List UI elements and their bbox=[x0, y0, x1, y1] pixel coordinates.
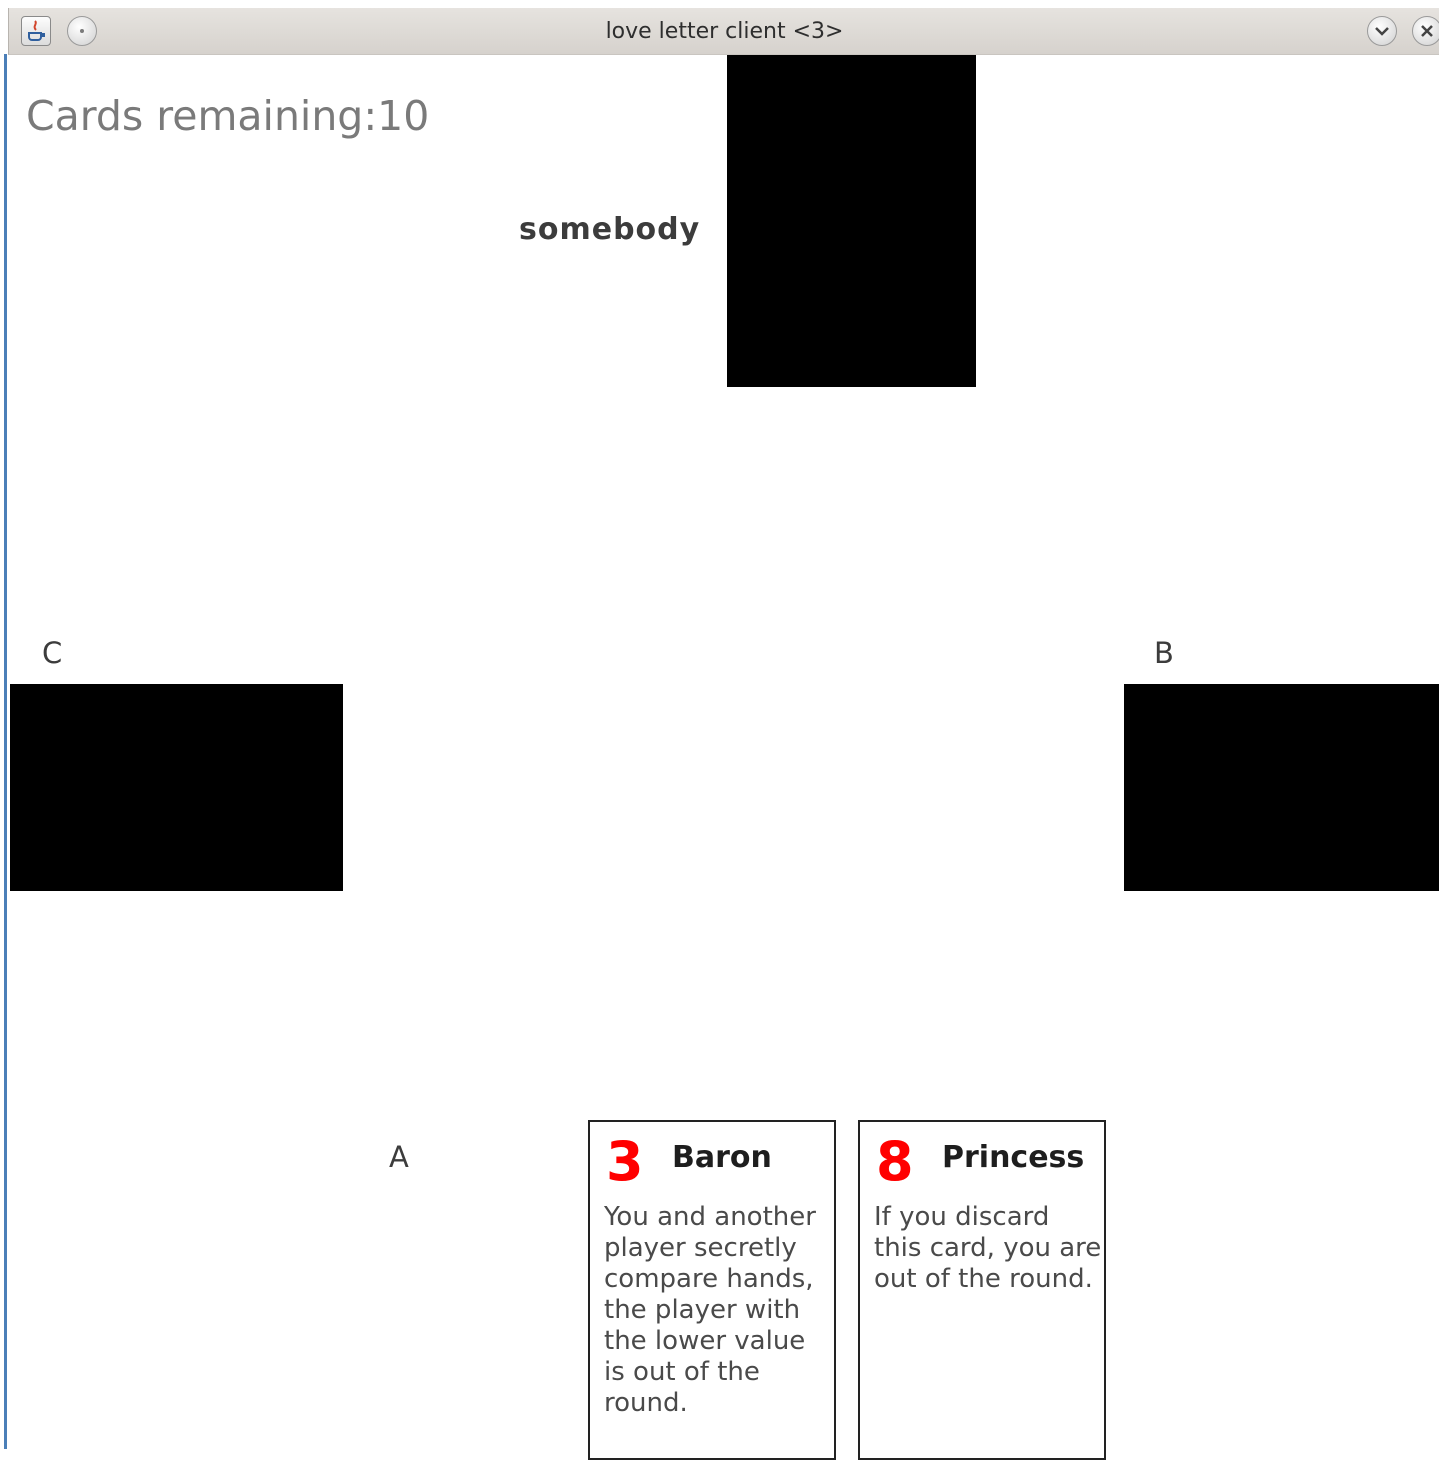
window-titlebar[interactable]: love letter client <3> bbox=[8, 8, 1439, 55]
card-description: If you discard this card, you are out of… bbox=[874, 1202, 1102, 1294]
love-letter-window: love letter client <3> Cards remaining:1… bbox=[0, 0, 1439, 1460]
hand-card-princess[interactable]: 8 Princess If you discard this card, you… bbox=[858, 1120, 1106, 1460]
player-name-bottom: A bbox=[389, 1140, 409, 1174]
card-name: Baron bbox=[672, 1140, 772, 1175]
minimize-chevron-icon[interactable] bbox=[1367, 16, 1397, 46]
card-description: You and another player secretly compare … bbox=[604, 1202, 816, 1418]
player-right-card-back bbox=[1124, 684, 1439, 891]
close-x-icon[interactable] bbox=[1412, 16, 1439, 46]
hand-card-baron[interactable]: 3 Baron You and another player secretly … bbox=[588, 1120, 836, 1460]
player-top-card-back bbox=[727, 55, 976, 387]
window-title: love letter client <3> bbox=[605, 19, 844, 44]
cards-remaining-label: Cards remaining:10 bbox=[26, 92, 430, 140]
player-name-top: somebody bbox=[519, 212, 701, 247]
card-value: 8 bbox=[876, 1130, 914, 1193]
player-name-left: C bbox=[42, 636, 63, 670]
window-left-border bbox=[0, 54, 7, 1449]
card-value: 3 bbox=[606, 1130, 644, 1193]
player-name-right: B bbox=[1154, 636, 1174, 670]
player-left-card-back bbox=[10, 684, 343, 891]
card-name: Princess bbox=[942, 1140, 1085, 1175]
